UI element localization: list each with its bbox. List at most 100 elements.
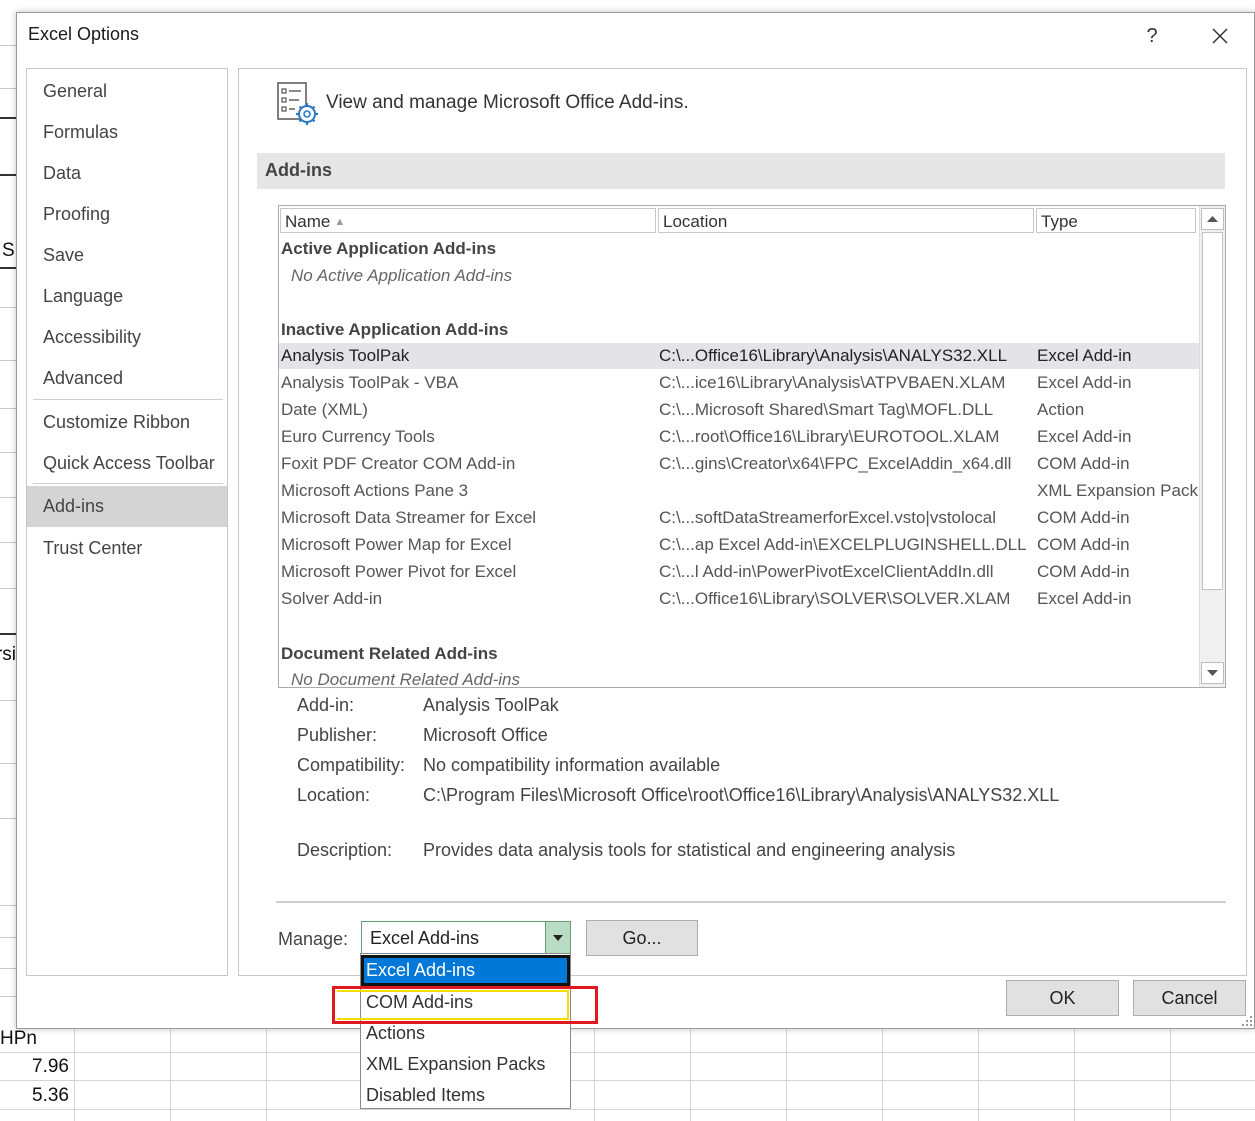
nav-item-customize-ribbon[interactable]: Customize Ribbon — [27, 403, 227, 441]
scroll-down-button[interactable] — [1201, 662, 1224, 684]
sheet-cell[interactable]: S — [2, 240, 15, 262]
sheet-left-strip — [0, 0, 16, 1121]
addins-settings-icon — [277, 82, 318, 125]
annotation-highlight-red — [332, 986, 598, 1024]
close-button[interactable] — [1203, 19, 1237, 53]
nav-item-advanced[interactable]: Advanced — [27, 359, 227, 397]
group-title-active: Active Application Add-ins — [281, 239, 497, 258]
nav-item-language[interactable]: Language — [27, 277, 227, 315]
table-row[interactable]: Microsoft Power Pivot for Excel C:\...l … — [279, 559, 1199, 585]
table-row[interactable]: Microsoft Power Map for Excel C:\...ap E… — [279, 532, 1199, 558]
chevron-down-icon — [553, 935, 563, 941]
nav-separator — [33, 399, 223, 400]
grid-line — [786, 1028, 787, 1121]
dialog-title: Excel Options — [28, 24, 140, 44]
detail-compatibility-value: No compatibility information available — [423, 755, 721, 775]
table-row[interactable]: Euro Currency Tools C:\...root\Office16\… — [279, 424, 1199, 450]
detail-location-value: C:\Program Files\Microsoft Office\root\O… — [423, 785, 1060, 805]
grid-line — [594, 1028, 595, 1121]
grid-line — [0, 996, 16, 997]
addins-panel: View and manage Microsoft Office Add-ins… — [238, 68, 1247, 976]
grid-line — [0, 360, 16, 361]
group-title-document: Document Related Add-ins — [281, 644, 498, 663]
nav-item-quick-access-toolbar[interactable]: Quick Access Toolbar — [27, 444, 227, 482]
grid-line — [882, 1028, 883, 1121]
detail-addin-value: Analysis ToolPak — [423, 695, 559, 715]
table-row[interactable]: Analysis ToolPak - VBA C:\...ice16\Libra… — [279, 370, 1199, 396]
sheet-cell[interactable]: 5.36 — [32, 1085, 69, 1107]
divider — [276, 901, 1226, 903]
nav-item-general[interactable]: General — [27, 72, 227, 110]
go-button[interactable]: Go... — [586, 920, 698, 956]
resize-grip-icon[interactable] — [1242, 1016, 1252, 1026]
column-header-location[interactable]: Location — [658, 208, 1034, 233]
detail-addin-label: Add-in: — [297, 695, 355, 715]
detail-publisher-label: Publisher: — [297, 725, 378, 745]
grid-line — [0, 542, 16, 543]
grid-line — [0, 1109, 1255, 1110]
table-row[interactable]: Date (XML) C:\...Microsoft Shared\Smart … — [279, 397, 1199, 423]
sheet-cell[interactable]: rsi — [0, 644, 16, 666]
dropdown-option-disabled-items[interactable]: Disabled Items — [361, 1080, 570, 1111]
table-row[interactable]: Analysis ToolPak C:\...Office16\Library\… — [279, 343, 1199, 369]
scroll-up-icon — [1207, 216, 1218, 222]
nav-item-trust-center[interactable]: Trust Center — [27, 529, 227, 567]
dropdown-option-excel-addins[interactable]: Excel Add-ins — [361, 955, 570, 986]
grid-line — [978, 1028, 979, 1121]
manage-select[interactable]: Excel Add-ins — [361, 921, 571, 955]
grid-line — [74, 1028, 75, 1121]
grid-line — [0, 968, 16, 969]
excel-options-dialog: Excel Options ? General Formulas Data Pr… — [16, 12, 1255, 1029]
detail-description-label: Description: — [297, 840, 393, 860]
scroll-up-button[interactable] — [1201, 208, 1224, 230]
sort-ascending-icon: ▲ — [334, 216, 346, 228]
nav-separator — [33, 483, 223, 484]
grid-line — [0, 1080, 1255, 1081]
grid-line — [1074, 1028, 1075, 1121]
grid-line — [0, 452, 16, 453]
close-icon — [1212, 28, 1228, 44]
dropdown-option-xml-expansion-packs[interactable]: XML Expansion Packs — [361, 1049, 570, 1080]
table-row[interactable]: Solver Add-in C:\...Office16\Library\SOL… — [279, 586, 1199, 612]
grid-line — [0, 88, 16, 89]
section-header: Add-ins — [257, 153, 1225, 189]
grid-line — [0, 307, 16, 308]
manage-selected-value: Excel Add-ins — [370, 928, 480, 948]
nav-item-add-ins[interactable]: Add-ins — [27, 486, 227, 527]
grid-line — [0, 408, 16, 409]
column-header-type[interactable]: Type — [1036, 208, 1196, 233]
group-empty-active: No Active Application Add-ins — [291, 266, 513, 285]
panel-header-title: View and manage Microsoft Office Add-ins… — [326, 92, 689, 113]
column-header-name[interactable]: Name ▲ — [280, 208, 656, 233]
table-row[interactable]: Foxit PDF Creator COM Add-in C:\...gins\… — [279, 451, 1199, 477]
group-empty-document: No Document Related Add-ins — [291, 670, 520, 688]
nav-item-data[interactable]: Data — [27, 154, 227, 192]
grid-line — [0, 588, 16, 589]
grid-line — [0, 763, 16, 764]
help-button[interactable]: ? — [1137, 19, 1167, 53]
ok-button[interactable]: OK — [1006, 980, 1119, 1016]
list-scrollbar[interactable] — [1199, 206, 1225, 687]
nav-item-accessibility[interactable]: Accessibility — [27, 318, 227, 356]
grid-line — [0, 633, 16, 635]
options-nav: General Formulas Data Proofing Save Lang… — [26, 68, 228, 976]
section-title: Add-ins — [265, 160, 332, 180]
table-row[interactable]: Microsoft Actions Pane 3 XML Expansion P… — [279, 478, 1199, 504]
group-title-inactive: Inactive Application Add-ins — [281, 320, 509, 339]
scroll-thumb[interactable] — [1202, 232, 1223, 590]
sheet-cell[interactable]: 7.96 — [32, 1056, 69, 1078]
grid-line — [0, 700, 16, 701]
grid-line — [0, 937, 16, 938]
manage-dropdown-list[interactable]: Excel Add-ins COM Add-ins Actions XML Ex… — [360, 953, 571, 1109]
grid-line — [0, 174, 16, 176]
grid-line — [0, 818, 16, 819]
dropdown-arrow[interactable] — [545, 922, 570, 954]
nav-item-save[interactable]: Save — [27, 236, 227, 274]
addins-list[interactable]: Name ▲ Location Type Active Application A… — [278, 205, 1226, 688]
nav-item-proofing[interactable]: Proofing — [27, 195, 227, 233]
title-bar[interactable]: Excel Options ? — [17, 13, 1254, 59]
sheet-cell[interactable]: HPn — [0, 1028, 37, 1050]
table-row[interactable]: Microsoft Data Streamer for Excel C:\...… — [279, 505, 1199, 531]
nav-item-formulas[interactable]: Formulas — [27, 113, 227, 151]
cancel-button[interactable]: Cancel — [1133, 980, 1246, 1016]
